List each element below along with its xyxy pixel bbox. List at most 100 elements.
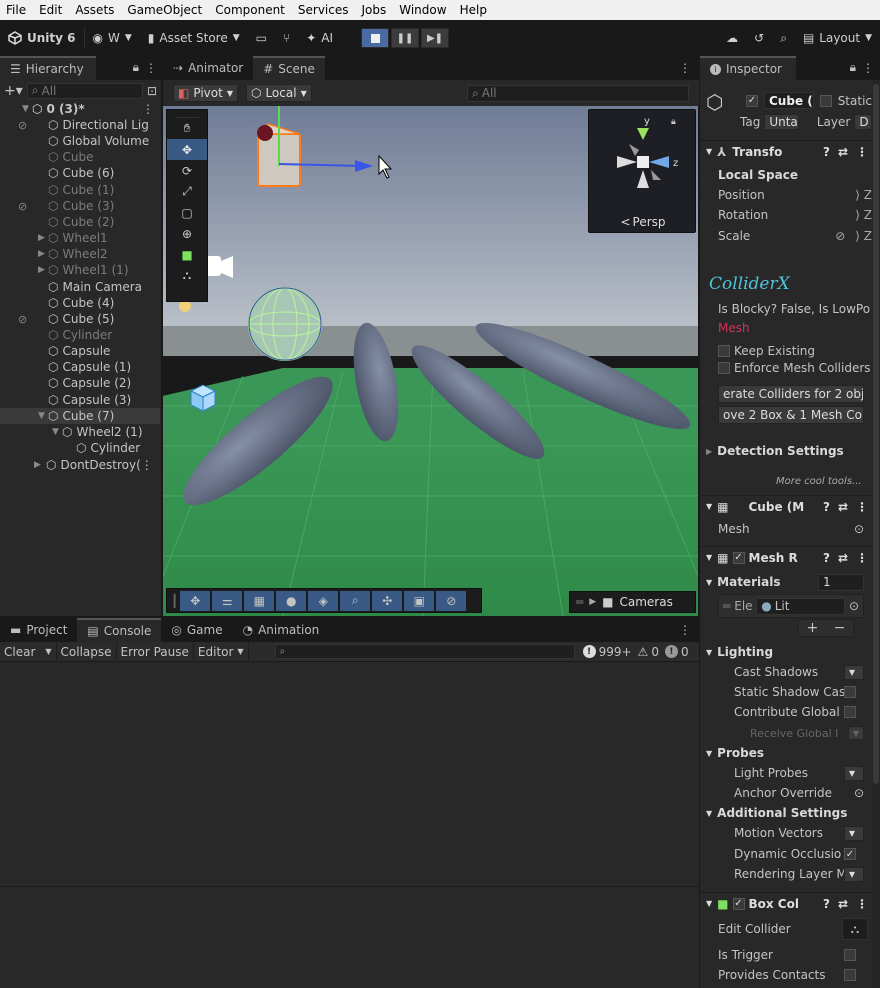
- orientation-gizmo[interactable]: y z 🔒︎ < Persp: [588, 109, 696, 233]
- transform-tool-icon[interactable]: ⊕: [167, 223, 207, 244]
- tab-scene[interactable]: # Scene: [253, 56, 325, 80]
- add-icon[interactable]: +: [807, 620, 819, 636]
- hierarchy-item[interactable]: ⬡ Cube (1): [0, 182, 160, 198]
- package-button[interactable]: ▭: [248, 26, 275, 50]
- receive-gi-dropdown[interactable]: ▾: [848, 726, 864, 740]
- preset-icon[interactable]: ⇄: [838, 897, 848, 911]
- hierarchy-item[interactable]: ⬡ Capsule (2): [0, 375, 160, 391]
- hierarchy-item[interactable]: ⊘ ⬡ Cube (3): [0, 198, 160, 214]
- hierarchy-item[interactable]: ⬡ Cube (4): [0, 295, 160, 311]
- menu-jobs[interactable]: Jobs: [356, 3, 394, 17]
- hierarchy-item[interactable]: ⬡ Cube (6): [0, 165, 160, 181]
- link-icon[interactable]: ⊘: [835, 229, 845, 243]
- menu-window[interactable]: Window: [393, 3, 453, 17]
- material-field[interactable]: ● Lit: [756, 597, 845, 615]
- more-icon[interactable]: ⋮: [856, 897, 868, 911]
- more-tools-link[interactable]: More cool tools...: [776, 476, 862, 487]
- static-checkbox[interactable]: [819, 94, 832, 107]
- scene-viewport[interactable]: ✋︎ ✥ ⟳ ⤢ ▢ ⊕ ■ ⛬ y z 🔒︎ < Persp ┃ ✥ ⚌ ▦ …: [163, 106, 698, 616]
- search-button[interactable]: ⌕: [772, 26, 795, 50]
- persp-toggle[interactable]: < Persp: [589, 213, 697, 231]
- scale-field-z[interactable]: ⟩ Z: [855, 229, 872, 243]
- scene-root-row[interactable]: ▼ ⬡ 0 (3)* ⋮: [0, 101, 160, 117]
- hierarchy-item[interactable]: ▶ ⬡ Wheel1 (1): [0, 262, 160, 278]
- static-shadow-checkbox[interactable]: [844, 686, 856, 698]
- chevron-down-icon[interactable]: ▼: [52, 427, 62, 437]
- rect-tool-icon[interactable]: ▢: [167, 202, 207, 223]
- expand-icon[interactable]: ⊡: [147, 84, 157, 98]
- more-icon[interactable]: ⋮: [862, 61, 874, 75]
- clear-dropdown[interactable]: Clear ▼: [0, 642, 56, 662]
- collapse-button[interactable]: Collapse: [55, 641, 116, 662]
- help-icon[interactable]: ?: [823, 500, 830, 514]
- transform-handles-icon[interactable]: ✥: [180, 590, 211, 611]
- hierarchy-search-input[interactable]: ⌕ All: [26, 82, 143, 99]
- lock-icon[interactable]: 🔒︎: [850, 60, 856, 75]
- object-name-field[interactable]: Cube (7: [764, 92, 814, 109]
- additional-settings-foldout[interactable]: ▼ Additional Settings: [706, 803, 874, 823]
- cast-shadows-dropdown[interactable]: ▾: [844, 664, 864, 680]
- hierarchy-item[interactable]: ⬡ Cylinder: [0, 327, 160, 343]
- keep-existing-checkbox[interactable]: [718, 345, 730, 357]
- object-picker-icon[interactable]: ⊙: [854, 786, 864, 800]
- edit-collider-button[interactable]: ⛬: [842, 918, 868, 940]
- lock-icon[interactable]: 🔒︎: [133, 60, 139, 75]
- tab-project[interactable]: ▬ Project: [0, 618, 77, 642]
- provides-contacts-checkbox[interactable]: [844, 969, 856, 981]
- hierarchy-item[interactable]: ⬡ Capsule: [0, 343, 160, 359]
- collider-tool-icon[interactable]: ⛬: [167, 265, 207, 286]
- local-dropdown[interactable]: ⬡ Local ▼: [245, 84, 312, 102]
- drag-handle-icon[interactable]: ┃: [171, 594, 178, 608]
- tab-animator[interactable]: ⇢ Animator: [163, 56, 253, 80]
- hierarchy-item[interactable]: ▶ ⬡ Wheel2: [0, 246, 160, 262]
- menu-assets[interactable]: Assets: [69, 3, 121, 17]
- generate-colliders-button[interactable]: erate Colliders for 2 obj: [718, 385, 864, 403]
- rotate-tool-icon[interactable]: ⟳: [167, 160, 207, 181]
- scrollbar-thumb[interactable]: [873, 84, 879, 784]
- history-button[interactable]: ↺: [746, 26, 772, 50]
- remove-icon[interactable]: −: [834, 620, 846, 636]
- more-icon[interactable]: ⋮: [142, 102, 154, 116]
- cloud-button[interactable]: ☁: [718, 26, 746, 50]
- mesh-renderer-header[interactable]: ▼ ▦ ✓ Mesh R ? ⇄ ⋮: [700, 546, 872, 568]
- tab-hierarchy[interactable]: ☰ Hierarchy: [0, 56, 96, 80]
- detection-settings-foldout[interactable]: ▶ Detection Settings: [706, 441, 874, 461]
- dynamic-occlusion-checkbox[interactable]: ✓: [844, 848, 856, 860]
- drag-handle[interactable]: [175, 110, 199, 118]
- play-button[interactable]: [361, 28, 390, 48]
- mesh-filter-header[interactable]: ▼ ▦ Cube (M ? ⇄ ⋮: [700, 495, 872, 517]
- account-button[interactable]: ◉ W ▼: [85, 26, 140, 50]
- rendering-layer-dropdown[interactable]: ▾: [844, 866, 864, 882]
- menu-gameobject[interactable]: GameObject: [121, 3, 209, 17]
- version-control-button[interactable]: ⑂: [275, 26, 298, 50]
- scale-tool-icon[interactable]: ⤢: [167, 181, 207, 202]
- hierarchy-item[interactable]: ⬡ Cube: [0, 149, 160, 165]
- pivot-dropdown[interactable]: ◧ Pivot ▼: [173, 84, 238, 102]
- hierarchy-item[interactable]: ⬡ Global Volume: [0, 133, 160, 149]
- preset-icon[interactable]: ⇄: [838, 145, 848, 159]
- chevron-right-icon[interactable]: ▶: [34, 460, 44, 470]
- more-icon[interactable]: ⋮: [856, 145, 868, 159]
- more-icon[interactable]: ⋮: [856, 551, 868, 565]
- drag-handle-icon[interactable]: ═: [723, 599, 730, 613]
- cube-tool-icon[interactable]: ■: [167, 244, 207, 265]
- position-field-z[interactable]: ⟩ Z: [855, 188, 872, 202]
- mesh-renderer-checkbox[interactable]: ✓: [732, 551, 745, 564]
- menu-file[interactable]: File: [0, 3, 33, 17]
- enforce-mesh-checkbox[interactable]: [718, 362, 730, 374]
- scene-search-input[interactable]: ⌕ All: [467, 84, 689, 102]
- error-pause-button[interactable]: Error Pause: [115, 641, 193, 662]
- hierarchy-item[interactable]: ▶ ⬡ Wheel1: [0, 230, 160, 246]
- cameras-overlay[interactable]: ═ ▶ ■ Cameras: [569, 591, 696, 613]
- more-icon[interactable]: ⋮: [679, 61, 691, 75]
- hierarchy-item[interactable]: ⊘ ⬡ Directional Lig: [0, 117, 160, 133]
- rotation-field-z[interactable]: ⟩ Z: [855, 208, 872, 222]
- tag-dropdown[interactable]: Unta▾: [764, 114, 799, 130]
- hand-tool-icon[interactable]: ✋︎: [167, 118, 207, 139]
- shading-mode-icon[interactable]: ●: [276, 590, 307, 611]
- light-probes-dropdown[interactable]: ▾: [844, 765, 864, 781]
- hierarchy-item[interactable]: ⬡ Cylinder: [0, 440, 160, 456]
- log-count-toggle[interactable]: ! 999+: [582, 645, 632, 659]
- chevron-right-icon[interactable]: ▶: [38, 233, 48, 243]
- tab-animation[interactable]: ◔ Animation: [233, 618, 330, 642]
